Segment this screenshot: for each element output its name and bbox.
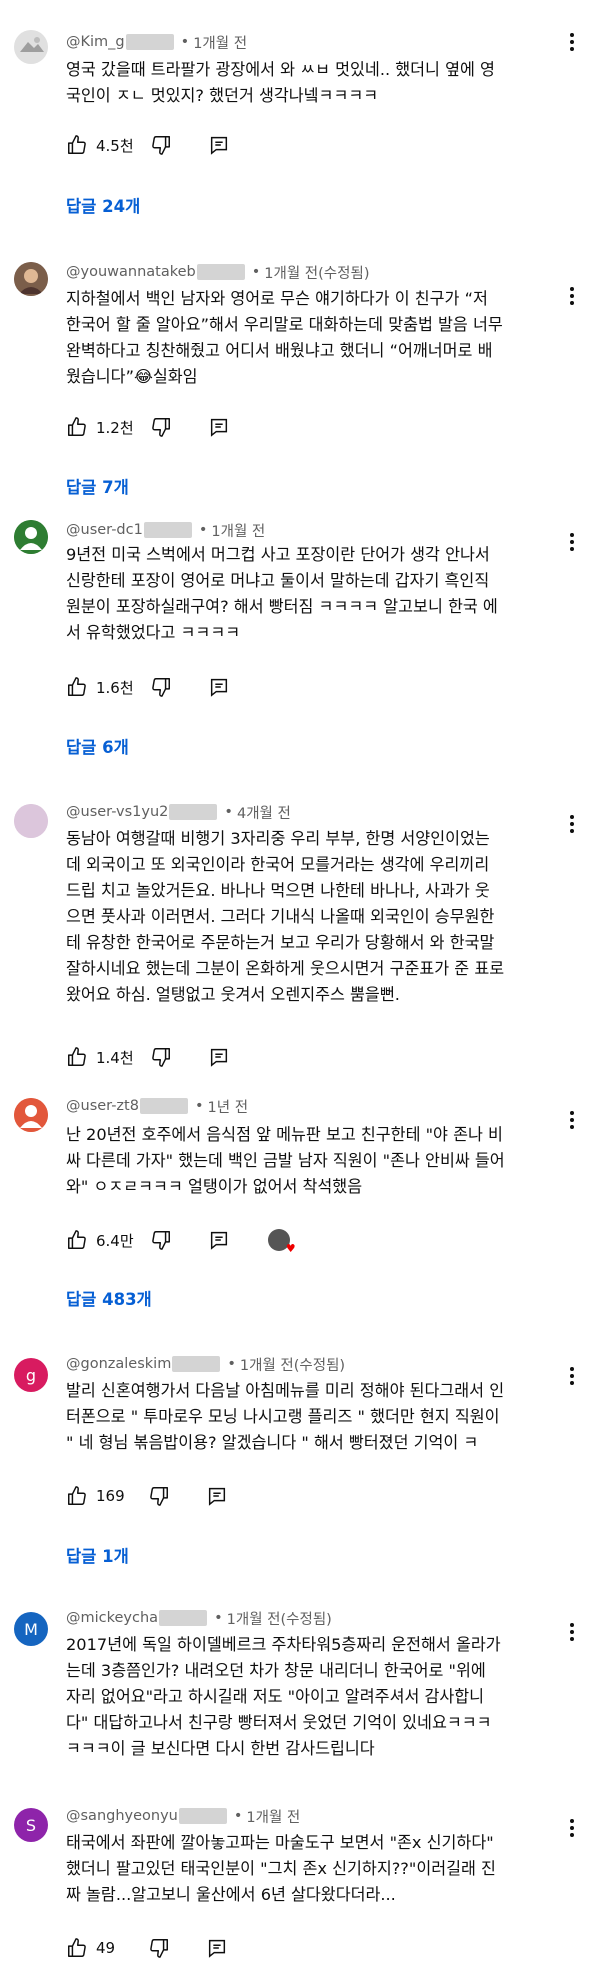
avatar[interactable] bbox=[14, 262, 48, 296]
comment-text: 9년전 미국 스벅에서 머그컵 사고 포장이란 단어가 생각 안나서 신랑한테 … bbox=[66, 545, 498, 642]
thumbs-up-icon[interactable] bbox=[66, 416, 88, 438]
comment-meta: @user-dc1 • 1개월 전 bbox=[66, 520, 265, 540]
comment-meta: @user-zt8 • 1년 전 bbox=[66, 1096, 248, 1116]
comment-text: 난 20년전 호주에서 음식점 앞 메뉴판 보고 친구한테 "야 존나 비 싸 … bbox=[66, 1125, 505, 1196]
comment-actions: 6.4만 ♥ bbox=[66, 1228, 296, 1255]
author-handle[interactable]: @sanghyeonyu bbox=[66, 1808, 178, 1824]
comment-meta: @mickeycha • 1개월 전(수정됨) bbox=[66, 1608, 332, 1628]
comment-actions: 169 bbox=[66, 1484, 228, 1508]
comment-time[interactable]: 1개월 전 bbox=[193, 32, 247, 53]
thumbs-down-icon[interactable] bbox=[150, 134, 172, 156]
thumbs-up-icon[interactable] bbox=[66, 1229, 88, 1251]
author-handle[interactable]: @user-vs1yu2 bbox=[66, 804, 168, 820]
redacted-name bbox=[125, 34, 174, 50]
replies-button[interactable]: 답글 6개 bbox=[66, 734, 129, 758]
like-count: 1.2천 bbox=[96, 418, 134, 437]
comment-actions: 4.5천 bbox=[66, 133, 230, 157]
thumbs-down-icon[interactable] bbox=[150, 1046, 172, 1068]
comment-time[interactable]: 1개월 전 bbox=[211, 520, 265, 541]
reply-icon[interactable] bbox=[208, 416, 230, 438]
avatar[interactable] bbox=[14, 30, 48, 64]
avatar[interactable]: M bbox=[14, 1612, 48, 1646]
comment-actions: 1.6천 bbox=[66, 675, 230, 699]
thumbs-up-icon[interactable] bbox=[66, 1046, 88, 1068]
more-options-icon[interactable] bbox=[562, 30, 582, 54]
avatar[interactable] bbox=[14, 804, 48, 838]
heart-icon: ♥ bbox=[285, 1242, 296, 1255]
redacted-name bbox=[139, 1098, 188, 1114]
thumbs-up-icon[interactable] bbox=[66, 1937, 88, 1959]
comment-text: 태국에서 좌판에 깔아놓고파는 마술도구 보면서 "존x 신기하다" 했더니 팔… bbox=[66, 1833, 496, 1904]
redacted-name bbox=[178, 1808, 227, 1824]
creator-heart-avatar: ♥ bbox=[267, 1229, 296, 1255]
comment-time[interactable]: 1년 전 bbox=[208, 1096, 249, 1117]
comment-time[interactable]: 1개월 전 bbox=[246, 1806, 300, 1827]
thumbs-down-icon[interactable] bbox=[150, 1229, 172, 1251]
comment-actions: 49 bbox=[66, 1936, 228, 1960]
like-count: 1.4천 bbox=[96, 1048, 134, 1067]
comment-time[interactable]: 4개월 전 bbox=[237, 802, 291, 823]
redacted-name bbox=[196, 264, 245, 280]
like-count: 4.5천 bbox=[96, 136, 134, 155]
like-count: 1.6천 bbox=[96, 678, 134, 697]
comment-meta: @Kim_g • 1개월 전 bbox=[66, 32, 247, 52]
replies-button[interactable]: 답글 483개 bbox=[66, 1286, 152, 1310]
comment-time[interactable]: 1개월 전(수정됨) bbox=[227, 1608, 332, 1629]
author-handle[interactable]: @user-zt8 bbox=[66, 1098, 139, 1114]
comment-text: 발리 신혼여행가서 다음날 아침메뉴를 미리 정해야 된다그래서 인 터폰으로 … bbox=[66, 1381, 505, 1452]
reply-icon[interactable] bbox=[208, 134, 230, 156]
avatar[interactable]: g bbox=[14, 1358, 48, 1392]
redacted-name bbox=[172, 1356, 221, 1372]
author-handle[interactable]: @youwannatakeb bbox=[66, 264, 196, 280]
author-handle[interactable]: @user-dc1 bbox=[66, 522, 143, 538]
replies-button[interactable]: 답글 7개 bbox=[66, 474, 129, 498]
thumbs-up-icon[interactable] bbox=[66, 1485, 88, 1507]
thumbs-up-icon[interactable] bbox=[66, 676, 88, 698]
comment-meta: @youwannatakeb • 1개월 전(수정됨) bbox=[66, 262, 370, 282]
avatar[interactable] bbox=[14, 1098, 48, 1132]
reply-icon[interactable] bbox=[206, 1485, 228, 1507]
thumbs-down-icon[interactable] bbox=[150, 676, 172, 698]
thumbs-up-icon[interactable] bbox=[66, 134, 88, 156]
author-handle[interactable]: @mickeycha bbox=[66, 1610, 158, 1626]
thumbs-down-icon[interactable] bbox=[148, 1485, 170, 1507]
avatar[interactable]: S bbox=[14, 1808, 48, 1842]
replies-button[interactable]: 답글 1개 bbox=[66, 1543, 129, 1567]
comment-text: 동남아 여행갈때 비행기 3자리중 우리 부부, 한명 서양인이었는 데 외국이… bbox=[66, 829, 505, 1004]
avatar[interactable] bbox=[14, 520, 48, 554]
comment-meta: @user-vs1yu2 • 4개월 전 bbox=[66, 802, 291, 822]
redacted-name bbox=[159, 1610, 208, 1626]
comment-actions: 1.4천 bbox=[66, 1045, 230, 1069]
author-handle[interactable]: @Kim_g bbox=[66, 34, 125, 50]
redacted-name bbox=[169, 804, 218, 820]
comment-time[interactable]: 1개월 전(수정됨) bbox=[240, 1354, 345, 1375]
comment-meta: @gonzaleskim • 1개월 전(수정됨) bbox=[66, 1354, 345, 1374]
redacted-name bbox=[143, 522, 192, 538]
comment-time[interactable]: 1개월 전(수정됨) bbox=[264, 262, 369, 283]
thumbs-down-icon[interactable] bbox=[148, 1937, 170, 1959]
comment-meta: @sanghyeonyu • 1개월 전 bbox=[66, 1806, 300, 1826]
reply-icon[interactable] bbox=[208, 676, 230, 698]
comment-text: 영국 갔을때 트라팔가 광장에서 와 ㅆㅂ 멋있네.. 했더니 옆에 영 국인이… bbox=[66, 60, 495, 105]
comment-text: 2017년에 독일 하이델베르크 주차타워5층짜리 운전해서 올라가 는데 3층… bbox=[66, 1635, 501, 1758]
comment-text: 지하철에서 백인 남자와 영어로 무슨 얘기하다가 이 친구가 “저 한국어 할… bbox=[66, 289, 503, 386]
author-handle[interactable]: @gonzaleskim bbox=[66, 1356, 171, 1372]
reply-icon[interactable] bbox=[208, 1229, 230, 1251]
reply-icon[interactable] bbox=[206, 1937, 228, 1959]
comment-actions: 1.2천 bbox=[66, 415, 230, 439]
replies-button[interactable]: 답글 24개 bbox=[66, 193, 140, 217]
thumbs-down-icon[interactable] bbox=[150, 416, 172, 438]
like-count: 49 bbox=[96, 1939, 116, 1957]
reply-icon[interactable] bbox=[208, 1046, 230, 1068]
like-count: 169 bbox=[96, 1487, 125, 1505]
like-count: 6.4만 bbox=[96, 1231, 134, 1250]
